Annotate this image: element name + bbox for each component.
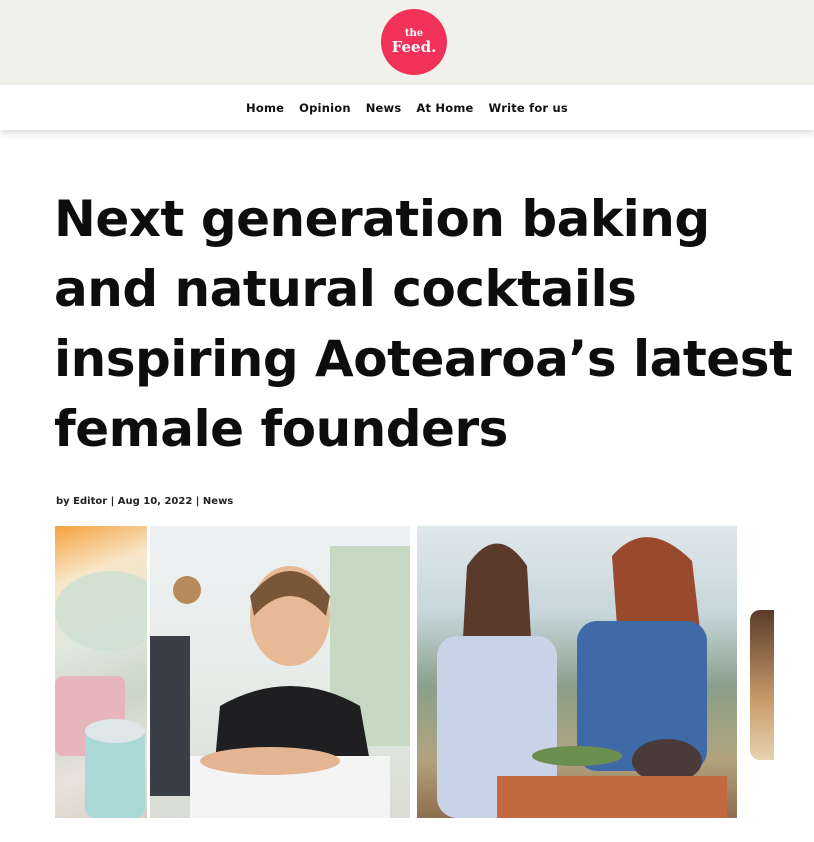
- nav-news[interactable]: News: [366, 101, 402, 115]
- nav-at-home[interactable]: At Home: [416, 101, 473, 115]
- logo-line-2: Feed.: [391, 38, 437, 56]
- nav-opinion[interactable]: Opinion: [299, 101, 351, 115]
- nav-home[interactable]: Home: [246, 101, 284, 115]
- site-logo[interactable]: the Feed.: [381, 9, 447, 75]
- gallery-image-baking-founders[interactable]: [417, 526, 737, 818]
- gallery-image-cans[interactable]: [55, 526, 147, 818]
- site-header: the Feed.: [0, 0, 814, 85]
- gallery-image-founder-portrait[interactable]: [150, 526, 410, 818]
- article-title: Next generation baking and natural cockt…: [54, 190, 793, 458]
- article-meta: by Editor | Aug 10, 2022 | News: [56, 496, 234, 507]
- nav-write-for-us[interactable]: Write for us: [489, 101, 568, 115]
- gallery-image-partial[interactable]: [750, 610, 774, 760]
- main-nav: Home Opinion News At Home Write for us: [0, 85, 814, 130]
